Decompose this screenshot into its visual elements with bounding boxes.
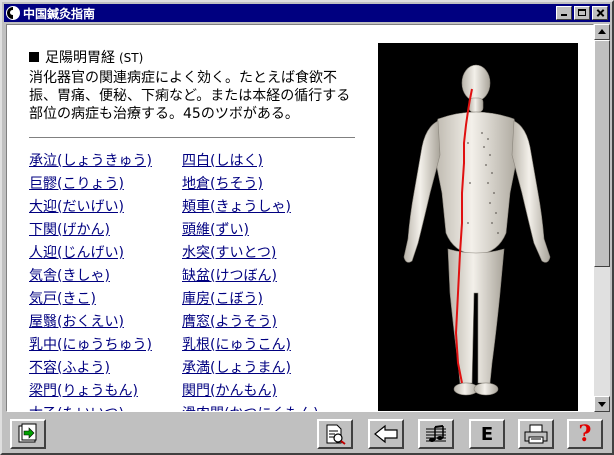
point-link[interactable]: 人迎(じんげい) — [29, 242, 152, 265]
point-list-right: 四白(しはく) 地倉(ちそう) 頬車(きょうしゃ) 頭維(ずい) 水突(すいとつ… — [182, 150, 319, 411]
meridian-heading: 足陽明胃経 (ST) — [29, 47, 143, 67]
window-title: 中国鍼灸指南 — [23, 6, 96, 21]
point-link[interactable]: 気戸(きこ) — [29, 288, 152, 311]
meridian-abbr: (ST) — [119, 51, 144, 65]
print-button[interactable] — [518, 419, 554, 449]
point-link[interactable]: 地倉(ちそう) — [182, 173, 319, 196]
content-pane: 足陽明胃経 (ST) 消化器官の関連病症によく効く。たとえば食欲不振、胃痛、便秘、… — [6, 24, 594, 412]
divider — [29, 137, 355, 138]
book-arrow-icon — [18, 423, 37, 443]
point-link[interactable]: 巨髎(こりょう) — [29, 173, 152, 196]
point-link[interactable]: 承満(しょうまん) — [182, 357, 319, 380]
app-window: 中国鍼灸指南 足陽明胃経 (ST) 消化器官の関連病症によく効く。たとえば食欲不振… — [0, 0, 614, 455]
point-link[interactable]: 屋翳(おくえい) — [29, 311, 152, 334]
title-bar[interactable]: 中国鍼灸指南 — [4, 4, 610, 22]
english-label: E — [480, 423, 494, 445]
point-link[interactable]: 承泣(しょうきゅう) — [29, 150, 152, 173]
point-link[interactable]: 頬車(きょうしゃ) — [182, 196, 319, 219]
find-button[interactable] — [317, 419, 353, 449]
point-link[interactable]: 梁門(りょうもん) — [29, 380, 152, 403]
help-button[interactable]: ? — [567, 419, 603, 449]
point-link[interactable]: 庫房(こぼう) — [182, 288, 319, 311]
help-icon: ? — [578, 421, 592, 447]
point-link[interactable]: 乳根(にゅうこん) — [182, 334, 319, 357]
window-controls — [554, 6, 608, 20]
point-link[interactable]: 下関(げかん) — [29, 219, 152, 242]
scroll-thumb[interactable] — [594, 40, 610, 267]
point-link[interactable]: 太乙(たいいつ) — [29, 403, 152, 411]
point-link[interactable]: 缺盆(けつぼん) — [182, 265, 319, 288]
point-link[interactable]: 不容(ふよう) — [29, 357, 152, 380]
sound-button[interactable] — [418, 419, 454, 449]
vertical-scrollbar[interactable] — [594, 24, 610, 412]
acupuncture-figure — [378, 43, 578, 411]
minimize-button[interactable] — [556, 6, 572, 20]
point-link[interactable]: 気舎(きしゃ) — [29, 265, 152, 288]
yin-yang-icon[interactable] — [6, 6, 20, 20]
scroll-up-button[interactable] — [594, 24, 610, 40]
scroll-down-button[interactable] — [594, 396, 610, 412]
point-link[interactable]: 水突(すいとつ) — [182, 242, 319, 265]
square-bullet-icon — [29, 52, 39, 62]
document-search-icon — [326, 424, 346, 445]
point-link[interactable]: 関門(かんもん) — [182, 380, 319, 403]
point-link[interactable]: 頭維(ずい) — [182, 219, 319, 242]
bottom-toolbar: E ? — [4, 413, 610, 453]
point-link[interactable]: 膺窓(ようそう) — [182, 311, 319, 334]
meridian-description: 消化器官の関連病症によく効く。たとえば食欲不振、胃痛、便秘、下痢など。または本経… — [29, 70, 351, 122]
close-button[interactable] — [592, 6, 608, 20]
return-button[interactable] — [10, 419, 46, 449]
body-model-illustration — [403, 64, 551, 396]
point-list-left: 承泣(しょうきゅう) 巨髎(こりょう) 大迎(だいげい) 下関(げかん) 人迎(… — [29, 150, 152, 411]
english-button[interactable]: E — [469, 419, 505, 449]
meridian-title: 足陽明胃経 — [45, 50, 115, 66]
point-link[interactable]: 大迎(だいげい) — [29, 196, 152, 219]
point-link[interactable]: 乳中(にゅうちゅう) — [29, 334, 152, 357]
point-link[interactable]: 四白(しはく) — [182, 150, 319, 173]
maximize-button[interactable] — [574, 6, 590, 20]
printer-icon — [524, 424, 548, 444]
point-link[interactable]: 滑肉門(かつにくもん) — [182, 403, 319, 411]
arrow-left-icon — [374, 424, 398, 444]
back-button[interactable] — [368, 419, 404, 449]
music-note-icon — [426, 425, 446, 442]
